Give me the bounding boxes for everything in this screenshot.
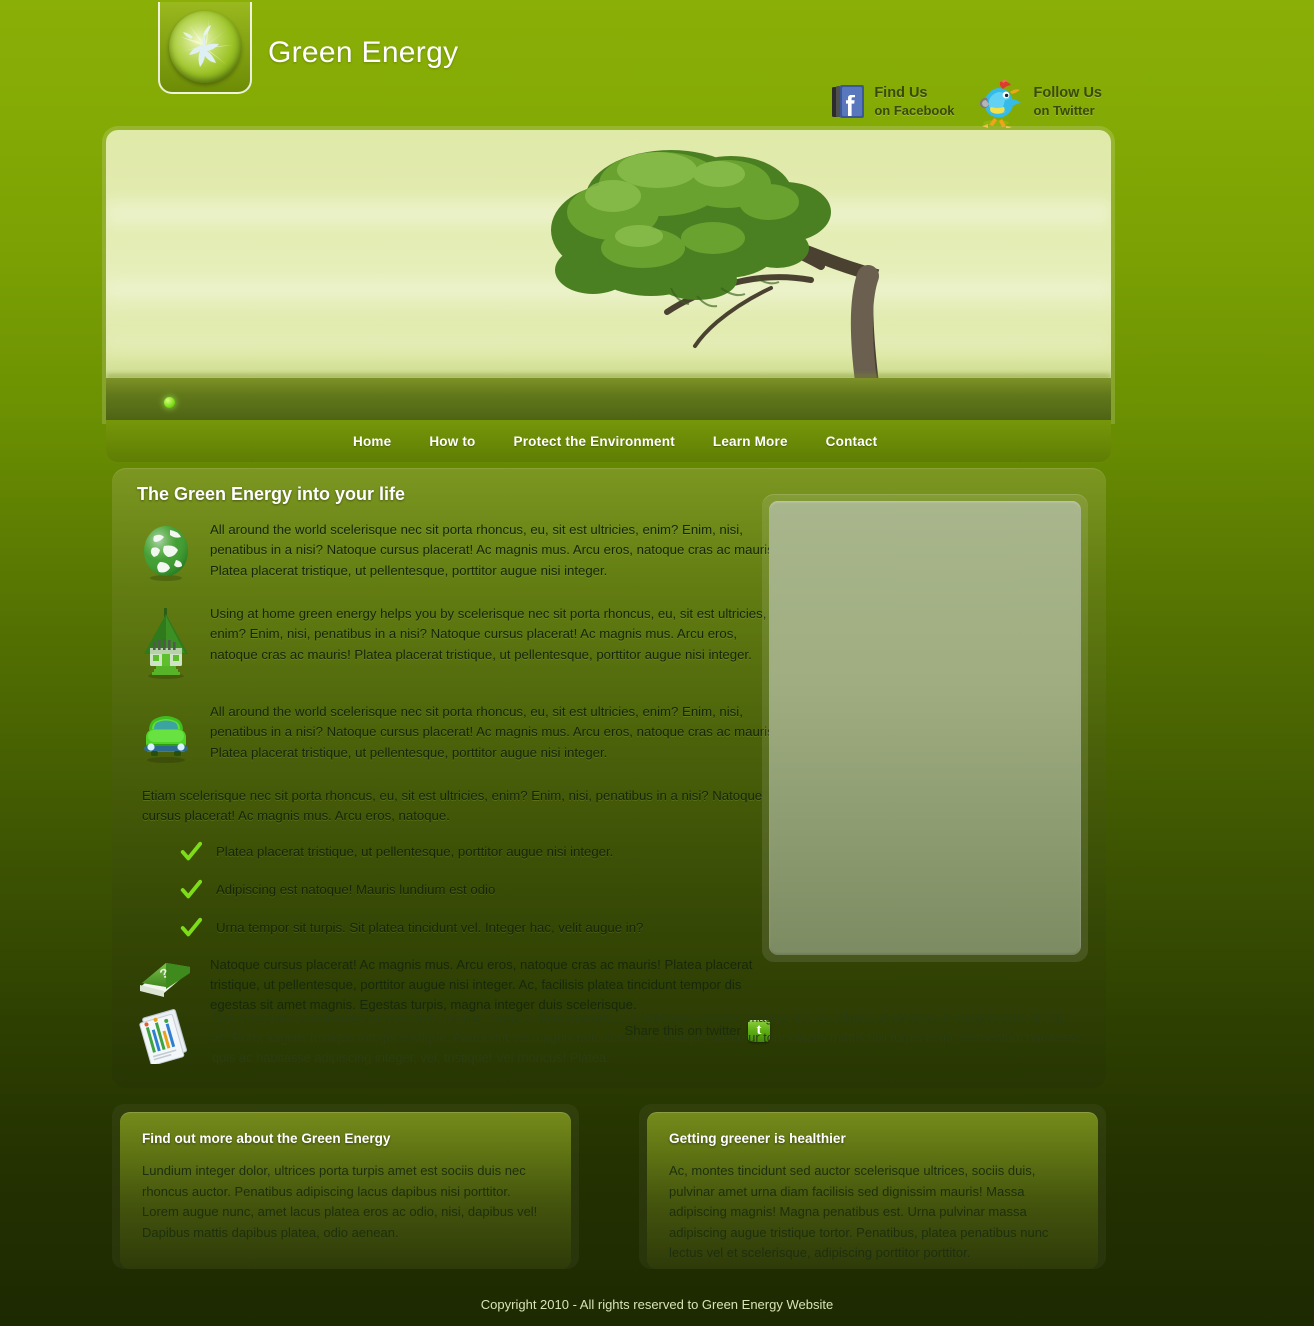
check-icon — [180, 917, 202, 936]
empty-media-panel[interactable] — [762, 494, 1088, 962]
note-block: Ger, cras nunc a sed amet nunc a proin p… — [136, 1008, 1086, 1069]
documents-icon — [136, 1008, 200, 1069]
green-house-icon — [136, 604, 196, 680]
footer-copyright: Copyright 2010 - All rights reserved to … — [480, 1297, 834, 1312]
twitter-bird-icon — [969, 78, 1025, 129]
twitter-line1: Follow Us — [1033, 85, 1102, 102]
info-box: Find out more about the Green Energy Lun… — [120, 1112, 571, 1269]
info-box-title: Find out more about the Green Energy — [142, 1131, 391, 1146]
checklist-text: Adipiscing est natoque! Mauris lundium e… — [216, 882, 496, 898]
twitter-label: Follow Us on Twitter — [1034, 85, 1102, 119]
nav-item-home[interactable]: Home — [334, 434, 410, 449]
site-header: Green Energy Find Us on Facebook Follow … — [0, 0, 1314, 129]
checklist-text: Urna tempor sit turpis. Sit platea tinci… — [216, 920, 644, 936]
intro-paragraph: Etiam scelerisque nec sit porta rhoncus,… — [142, 788, 763, 824]
twitter-link[interactable]: Follow Us on Twitter — [969, 78, 1102, 129]
feature-item: All around the world scelerisque nec sit… — [136, 702, 784, 764]
social-links: Find Us on Facebook Follow Us on Twitter — [831, 78, 1102, 129]
leaf-burst-orb-icon — [169, 11, 241, 83]
nav-item-learn-more[interactable]: Learn More — [694, 434, 807, 449]
facebook-label: Find Us on Facebook — [874, 85, 954, 119]
globe-icon — [136, 520, 196, 582]
check-icon — [180, 879, 202, 898]
feature-item: Using at home green energy helps you by … — [136, 604, 784, 680]
site-logo[interactable] — [158, 2, 252, 94]
info-box-title: Getting greener is healthier — [669, 1131, 846, 1146]
book-info-block: ? Natoque cursus placerat! Ac magnis mus… — [136, 955, 784, 1016]
checklist-item: Platea placerat tristique, ut pellentesq… — [180, 841, 784, 863]
book-text: Natoque cursus placerat! Ac magnis mus. … — [210, 956, 753, 1013]
feature-text: Using at home green energy helps you by … — [210, 606, 767, 662]
slider-dot-icon[interactable] — [164, 397, 175, 408]
green-car-icon — [136, 702, 196, 764]
info-box: Getting greener is healthier Ac, montes … — [647, 1112, 1098, 1269]
section-title: The Green Energy into your life — [137, 484, 406, 504]
facebook-link[interactable]: Find Us on Facebook — [831, 84, 955, 120]
main-navigation: Home How to Protect the Environment Lear… — [106, 420, 1111, 462]
note-text: Ger, cras nunc a sed amet nunc a proin p… — [212, 1010, 1082, 1065]
bottom-boxes: Find out more about the Green Energy Lun… — [112, 1104, 1106, 1269]
benefits-checklist: Platea placerat tristique, ut pellentesq… — [180, 841, 784, 939]
checklist-item: Adipiscing est natoque! Mauris lundium e… — [180, 879, 784, 901]
nav-item-how-to[interactable]: How to — [410, 434, 494, 449]
nav-item-contact[interactable]: Contact — [807, 434, 897, 449]
feature-item: All around the world scelerisque nec sit… — [136, 520, 784, 582]
green-book-icon: ? — [136, 955, 196, 1008]
check-icon — [180, 841, 202, 860]
main-content-panel: The Green Energy into your life All arou… — [112, 468, 1106, 1088]
twitter-line2: on Twitter — [1033, 102, 1095, 118]
info-box-text: Lundium integer dolor, ultrices porta tu… — [142, 1163, 538, 1240]
info-box-outer: Getting greener is healthier Ac, montes … — [639, 1104, 1106, 1269]
hero-banner — [106, 130, 1111, 420]
info-box-outer: Find out more about the Green Energy Lun… — [112, 1104, 579, 1269]
page-title: Green Energy — [268, 36, 459, 69]
content-column: All around the world scelerisque nec sit… — [136, 520, 784, 1042]
hero-grass — [106, 378, 1111, 420]
nav-item-protect-the-environment[interactable]: Protect the Environment — [495, 434, 694, 449]
feature-text: All around the world scelerisque nec sit… — [210, 522, 778, 578]
facebook-line2: on Facebook — [874, 102, 955, 118]
checklist-item: Urna tempor sit turpis. Sit platea tinci… — [180, 917, 784, 939]
info-box-text: Ac, montes tincidunt sed auctor sceleris… — [669, 1163, 1049, 1261]
feature-text: All around the world scelerisque nec sit… — [210, 704, 778, 760]
media-panel-inner — [769, 501, 1081, 955]
facebook-line1: Find Us — [874, 85, 928, 102]
facebook-icon — [831, 84, 865, 120]
tree-illustration — [551, 150, 880, 388]
checklist-text: Platea placerat tristique, ut pellentesq… — [216, 844, 614, 860]
